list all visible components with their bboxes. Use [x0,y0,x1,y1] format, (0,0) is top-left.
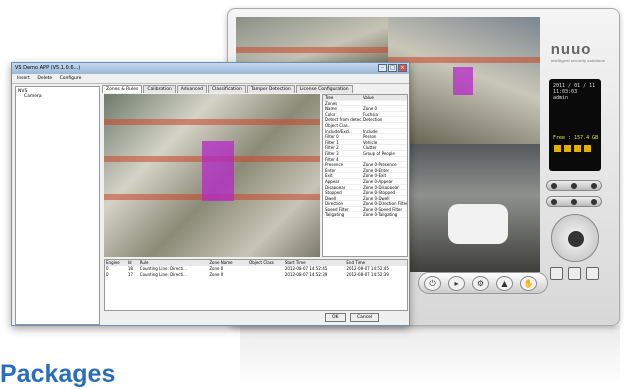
jog-shuttle[interactable] [546,180,602,191]
vs-demo-window: VS Demo APP (V5.1.0.6...) – □ × Insert D… [11,62,410,326]
lcd-user: admin [553,95,569,101]
title-bar: VS Demo APP (V5.1.0.6...) – □ × [12,63,409,74]
home-icon[interactable] [568,231,584,247]
camera-view-4[interactable] [388,144,540,272]
power-icon[interactable]: ⏻ [424,276,441,291]
brand-logo: nuuo intelligent security solutions [550,41,605,63]
layout-9-icon[interactable] [586,267,599,280]
playback-icon[interactable]: ▸ [448,276,465,291]
tab-advanced[interactable]: Advanced [176,85,208,93]
minimize-icon[interactable]: – [378,64,387,72]
direction-pad[interactable] [551,214,599,262]
table-row[interactable]: 0 17 Counting Line: Directi... Zone 0 2012-0… [105,272,407,278]
tab-calibration[interactable]: Calibration [143,85,176,93]
zoom-control[interactable] [546,196,602,207]
close-icon[interactable]: × [398,64,407,72]
properties-panel: Tree Value Zones Name Zone 0 Color Fuchsia Dete… [322,94,408,257]
insert-button[interactable]: Insert [17,76,30,81]
alert-icon[interactable]: ▲ [496,276,513,291]
tab-license-configuration[interactable]: License Configuration [295,85,353,93]
hand-icon[interactable]: ✋ [520,276,537,291]
car-shape [448,204,508,244]
next-icon [591,183,597,189]
maximize-icon[interactable]: □ [388,64,397,72]
configure-button[interactable]: Configure [60,76,82,81]
control-tray: ⏻ ▸ ⚙ ▲ ✋ [418,272,548,294]
tab-bar: Zones & Rules Calibration Advanced Classifi… [102,85,408,94]
lcd-free-space: Free : 157.4 GB [553,135,599,141]
layout-4-icon[interactable] [568,267,581,280]
section-heading: Packages [0,360,116,388]
lcd-display: 2011 / 01 / 11 11:03:03 admin Free : 157… [549,79,601,171]
ok-button[interactable]: OK [325,313,346,322]
detection-zone[interactable] [202,141,234,201]
device-reflection [240,326,620,387]
tab-tamper-detection[interactable]: Tamper Detection [246,85,295,93]
hdd-icon [554,145,561,152]
device-tree: NVS Camera [15,86,100,325]
dialog-buttons: OK Cancel [322,313,380,322]
minus-icon [551,199,557,205]
record-icon [574,145,581,152]
tab-zones-rules[interactable]: Zones & Rules [102,85,143,93]
alarm-icon [584,145,591,152]
plus-icon [591,199,597,205]
ptz-icon [571,183,577,189]
window-title: VS Demo APP (V5.1.0.6...) [15,65,81,71]
detection-zone [453,67,473,95]
network-icon [564,145,571,152]
delete-button[interactable]: Delete [37,76,52,81]
cancel-button[interactable]: Cancel [349,313,380,322]
wrench-icon [551,183,557,189]
events-table: Engine Id Rule Zone Name Object Class Start T… [104,259,408,311]
tree-item-camera[interactable]: Camera [18,94,97,99]
settings-icon[interactable]: ⚙ [472,276,489,291]
video-preview[interactable] [104,94,320,257]
property-row[interactable]: Tailgating Zone 0-Tailgating [323,212,407,219]
zoom-icon [571,199,577,205]
camera-view-2[interactable] [388,17,540,144]
toolbar: Insert Delete Configure [12,74,409,84]
tab-classification[interactable]: Classification [208,85,246,93]
layout-1-icon[interactable] [550,267,563,280]
